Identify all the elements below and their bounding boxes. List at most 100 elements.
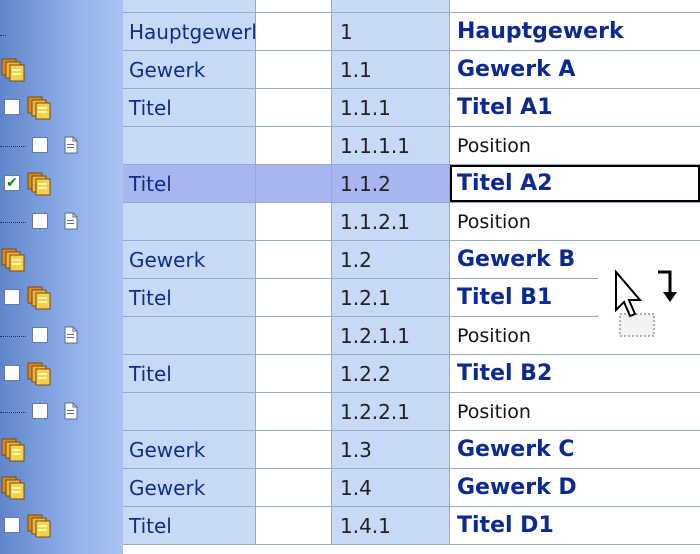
number-cell[interactable]: 1.3 xyxy=(332,431,450,468)
type-cell[interactable]: Titel xyxy=(123,279,256,316)
tree-node[interactable] xyxy=(0,89,123,127)
type-cell[interactable]: Titel xyxy=(123,507,256,544)
empty-cell[interactable] xyxy=(256,51,332,88)
checkbox-icon[interactable] xyxy=(4,517,20,533)
empty-cell[interactable] xyxy=(256,469,332,506)
number-cell[interactable]: 1.2 xyxy=(332,241,450,278)
table-row[interactable]: Titel 1.2.2 Titel B2 xyxy=(123,355,700,393)
number-cell[interactable]: 1.2.1 xyxy=(332,279,450,316)
checkbox-icon[interactable] xyxy=(32,403,48,419)
empty-cell[interactable] xyxy=(256,241,332,278)
type-cell[interactable]: Titel xyxy=(123,165,256,202)
number-cell[interactable]: 1 xyxy=(332,13,450,50)
document-icon xyxy=(64,402,78,420)
header-row xyxy=(123,0,700,13)
type-cell[interactable]: Titel xyxy=(123,355,256,392)
tree-node[interactable] xyxy=(0,279,123,317)
checkbox-icon[interactable] xyxy=(32,327,48,343)
structure-tree-panel[interactable]: ✔ xyxy=(0,0,123,554)
folder-stack-icon xyxy=(0,474,28,502)
type-cell[interactable]: Hauptgewerk xyxy=(123,13,256,50)
number-cell[interactable]: 1.1.2.1 xyxy=(332,203,450,240)
checkbox-icon[interactable] xyxy=(32,137,48,153)
number-cell[interactable]: 1.1.1 xyxy=(332,89,450,126)
name-cell[interactable]: Titel B2 xyxy=(450,355,700,392)
name-cell-text: Titel D1 xyxy=(457,513,554,538)
tree-node[interactable] xyxy=(0,317,123,355)
empty-cell[interactable] xyxy=(256,393,332,430)
tree-connector xyxy=(0,336,26,337)
name-cell[interactable]: Position xyxy=(450,127,700,164)
number-cell[interactable]: 1.2.2 xyxy=(332,355,450,392)
name-cell[interactable]: Titel D1 xyxy=(450,507,700,544)
empty-cell[interactable] xyxy=(256,165,332,202)
table-row[interactable]: Gewerk 1.3 Gewerk C xyxy=(123,431,700,469)
tree-node[interactable] xyxy=(0,13,123,51)
name-cell[interactable]: Titel A2 xyxy=(450,165,700,202)
checkbox-icon[interactable]: ✔ xyxy=(4,175,20,191)
type-cell[interactable]: Gewerk xyxy=(123,241,256,278)
name-cell[interactable]: Position xyxy=(450,393,700,430)
tree-node[interactable] xyxy=(0,393,123,431)
number-cell[interactable]: 1.2.2.1 xyxy=(332,393,450,430)
number-cell[interactable]: 1.1 xyxy=(332,51,450,88)
tree-node[interactable] xyxy=(0,51,123,89)
type-cell[interactable]: Gewerk xyxy=(123,469,256,506)
checkbox-icon[interactable] xyxy=(4,289,20,305)
type-cell[interactable]: Gewerk xyxy=(123,431,256,468)
empty-cell[interactable] xyxy=(256,89,332,126)
table-row[interactable]: Hauptgewerk 1 Hauptgewerk xyxy=(123,13,700,51)
number-cell-text: 1.1 xyxy=(340,57,372,82)
table-row[interactable]: 1.2.2.1 Position xyxy=(123,393,700,431)
checkbox-icon[interactable] xyxy=(4,365,20,381)
number-cell[interactable]: 1.2.1.1 xyxy=(332,317,450,354)
empty-cell[interactable] xyxy=(256,507,332,544)
name-cell[interactable]: Gewerk C xyxy=(450,431,700,468)
tree-node[interactable] xyxy=(0,203,123,241)
number-cell[interactable]: 1.4.1 xyxy=(332,507,450,544)
type-cell[interactable] xyxy=(123,203,256,240)
name-cell[interactable]: Gewerk D xyxy=(450,469,700,506)
header-cell xyxy=(123,0,256,12)
drag-drop-cursor-icon xyxy=(598,262,700,354)
number-cell[interactable]: 1.1.2 xyxy=(332,165,450,202)
tree-node[interactable] xyxy=(0,469,123,507)
number-cell[interactable]: 1.4 xyxy=(332,469,450,506)
empty-cell[interactable] xyxy=(256,355,332,392)
table-row[interactable]: Gewerk 1.4 Gewerk D xyxy=(123,469,700,507)
tree-node[interactable] xyxy=(0,431,123,469)
checkbox-icon[interactable] xyxy=(4,99,20,115)
type-cell[interactable] xyxy=(123,393,256,430)
name-cell[interactable]: Gewerk A xyxy=(450,51,700,88)
table-row[interactable]: Titel 1.4.1 Titel D1 xyxy=(123,507,700,545)
tree-node[interactable] xyxy=(0,355,123,393)
empty-cell[interactable] xyxy=(256,317,332,354)
name-cell[interactable]: Position xyxy=(450,203,700,240)
type-cell[interactable]: Gewerk xyxy=(123,51,256,88)
type-cell[interactable]: Titel xyxy=(123,89,256,126)
type-cell[interactable] xyxy=(123,127,256,164)
empty-cell[interactable] xyxy=(256,431,332,468)
tree-node[interactable] xyxy=(0,241,123,279)
number-cell[interactable]: 1.1.1.1 xyxy=(332,127,450,164)
table-row[interactable]: Titel 1.1.1 Titel A1 xyxy=(123,89,700,127)
table-row[interactable]: 1.1.2.1 Position xyxy=(123,203,700,241)
tree-node[interactable] xyxy=(0,127,123,165)
empty-cell[interactable] xyxy=(256,279,332,316)
name-cell[interactable]: Titel A1 xyxy=(450,89,700,126)
empty-cell[interactable] xyxy=(256,127,332,164)
table-row[interactable]: 1.1.1.1 Position xyxy=(123,127,700,165)
name-cell-text: Titel B2 xyxy=(457,361,553,386)
table-row[interactable]: Titel 1.1.2 Titel A2 xyxy=(123,165,700,203)
tree-node[interactable]: ✔ xyxy=(0,165,123,203)
table-row[interactable]: Gewerk 1.1 Gewerk A xyxy=(123,51,700,89)
checkbox-icon[interactable] xyxy=(32,213,48,229)
folder-stack-icon xyxy=(26,512,54,540)
empty-cell[interactable] xyxy=(256,203,332,240)
number-cell-text: 1.2 xyxy=(340,247,372,272)
type-cell[interactable] xyxy=(123,317,256,354)
type-cell-text: Gewerk xyxy=(129,475,206,500)
empty-cell[interactable] xyxy=(256,13,332,50)
tree-node[interactable] xyxy=(0,507,123,545)
name-cell[interactable]: Hauptgewerk xyxy=(450,13,700,50)
